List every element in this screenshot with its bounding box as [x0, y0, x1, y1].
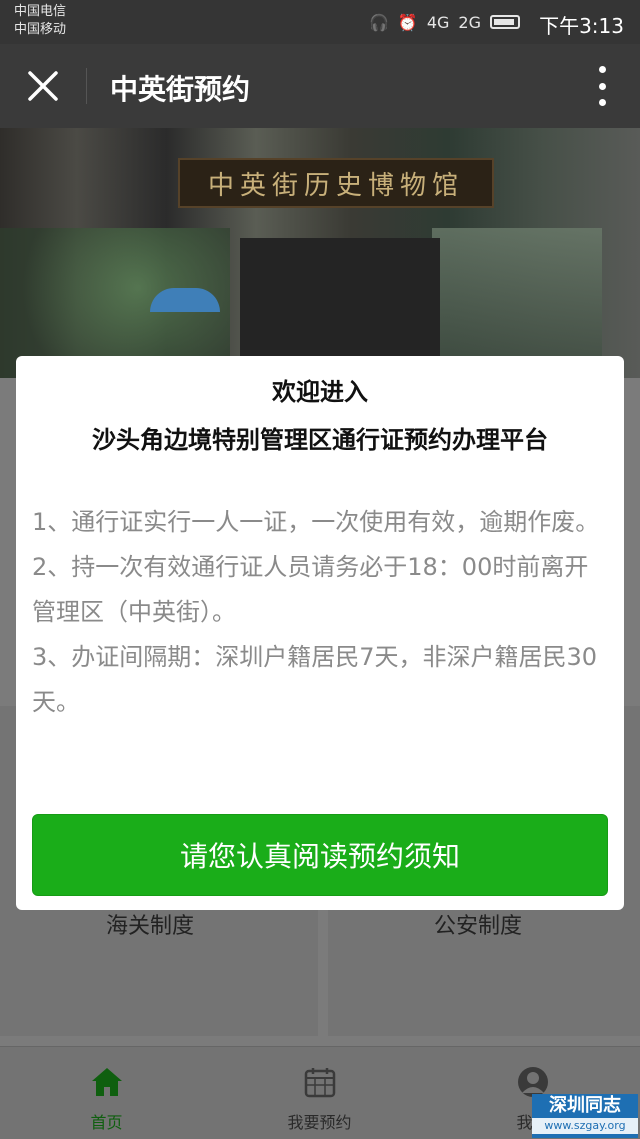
- watermark-title: 深圳同志: [549, 1095, 621, 1116]
- more-dot-icon: [598, 82, 606, 90]
- tab-booking[interactable]: 我要预约: [213, 1047, 426, 1139]
- more-dot-icon: [598, 99, 606, 106]
- police-card-label: 公安制度: [434, 914, 523, 939]
- calendar-icon: [303, 1065, 337, 1099]
- customs-card-label: 海关制度: [106, 914, 195, 939]
- notice-list: 1、通行证实行一人一证，一次使用有效，逾期作废。 2、持一次有效通行证人员请务必…: [32, 500, 608, 725]
- title-divider: [86, 68, 87, 104]
- read-notice-button[interactable]: 请您认真阅读预约须知: [32, 814, 608, 896]
- more-dot-icon: [598, 66, 606, 73]
- close-button[interactable]: [22, 62, 64, 110]
- headset-icon: 🎧: [369, 12, 389, 32]
- home-icon: [90, 1065, 124, 1099]
- notice-item: 3、办证间隔期：深圳户籍居民7天，非深户籍居民30天。: [32, 643, 598, 716]
- battery-icon: [490, 15, 520, 29]
- carrier-2: 中国移动: [14, 22, 67, 37]
- museum-sign: 中英街历史博物馆: [178, 158, 494, 208]
- tab-home-label: 首页: [90, 1113, 123, 1132]
- alarm-icon: ⏰: [397, 12, 418, 32]
- tab-booking-label: 我要预约: [287, 1113, 352, 1132]
- notice-item: 2、持一次有效通行证人员请务必于18：00时前离开管理区（中英街）。: [32, 553, 589, 626]
- more-menu-button[interactable]: [590, 66, 614, 106]
- modal-heading: 欢迎进入: [272, 378, 368, 406]
- banner-image: 中英街历史博物馆: [0, 128, 640, 378]
- notice-item: 1、通行证实行一人一证，一次使用有效，逾期作废。: [32, 508, 600, 536]
- network-4g-indicator: 4G: [426, 12, 450, 32]
- title-bar: 中英街预约: [0, 44, 640, 128]
- status-icons: 🎧 ⏰ 4G 2G: [369, 10, 520, 34]
- tab-home[interactable]: 首页: [0, 1047, 213, 1139]
- modal-subheading: 沙头角边境特别管理区通行证预约办理平台: [92, 426, 548, 454]
- close-icon: [28, 71, 58, 101]
- status-bar: 中国电信 中国移动 🎧 ⏰ 4G 2G 下午3:13: [0, 0, 640, 44]
- page-title: 中英街预约: [110, 73, 251, 106]
- carrier-1: 中国电信: [14, 4, 67, 19]
- status-time: 下午3:13: [539, 14, 624, 38]
- watermark-url: www.szgay.org: [532, 1118, 638, 1134]
- watermark-logo: 深圳同志 www.szgay.org: [532, 1094, 638, 1138]
- welcome-modal: 欢迎进入 沙头角边境特别管理区通行证预约办理平台 1、通行证实行一人一证，一次使…: [16, 356, 624, 910]
- banner-umbrella: [150, 288, 220, 312]
- network-2g-indicator: 2G: [458, 12, 481, 32]
